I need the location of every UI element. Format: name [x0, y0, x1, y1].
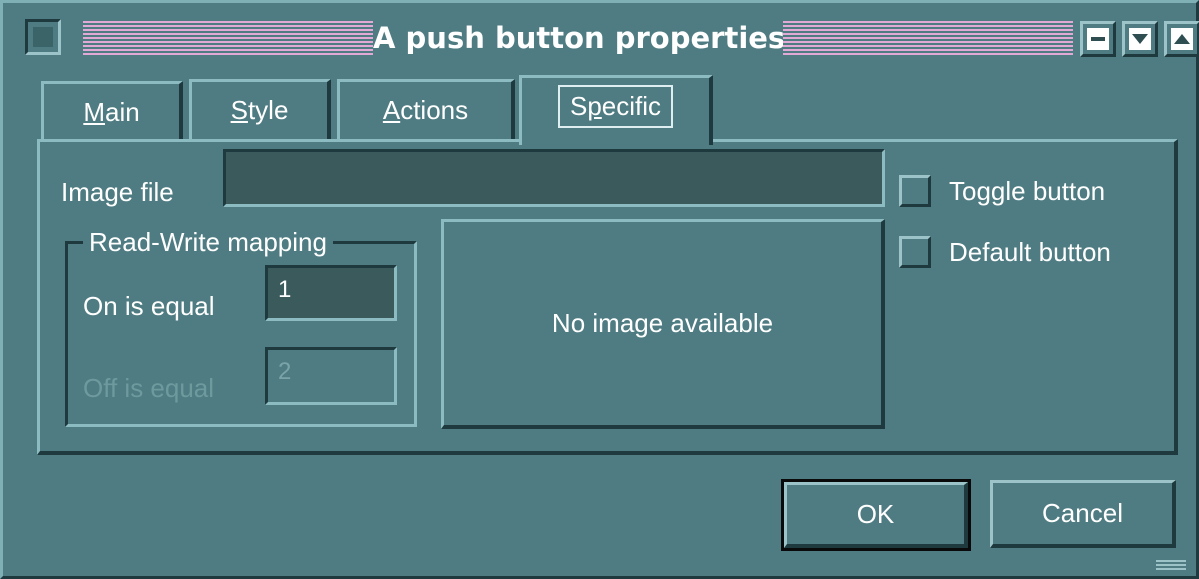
on-is-equal-label: On is equal — [83, 291, 215, 321]
title-bar[interactable]: A push button properties — [15, 13, 1199, 63]
arrow-up-icon — [1171, 28, 1193, 50]
off-is-equal-label: Off is equal — [83, 373, 215, 403]
tab-specific-focus-box: Specific — [557, 85, 674, 128]
tab-specific-mnemonic: p — [587, 91, 602, 121]
default-button-check[interactable] — [899, 236, 931, 268]
tab-style-mnemonic: S — [230, 95, 248, 125]
default-button-label: Default button — [949, 236, 1111, 267]
title-decoration-right — [783, 21, 1073, 55]
shade-button[interactable] — [1122, 21, 1158, 57]
toggle-button-checkbox[interactable]: Toggle button — [899, 175, 1105, 207]
read-write-mapping-title: Read-Write mapping — [83, 227, 333, 258]
arrow-down-icon — [1129, 28, 1151, 50]
tab-specific[interactable]: Specific — [519, 75, 713, 145]
tab-actions[interactable]: Actions — [337, 79, 515, 139]
minimize-button[interactable] — [1080, 21, 1116, 57]
maximize-button[interactable] — [1164, 21, 1199, 57]
tab-main[interactable]: Main — [41, 81, 183, 141]
dialog-window: A push button properties Main Style Acti… — [0, 0, 1199, 579]
title-decoration-left — [83, 21, 373, 55]
cancel-button[interactable]: Cancel — [990, 480, 1176, 548]
resize-grip[interactable] — [1156, 560, 1186, 570]
image-file-input[interactable] — [223, 149, 885, 207]
tab-main-mnemonic: M — [83, 97, 105, 127]
tab-main-label: ain — [104, 97, 140, 127]
window-title: A push button properties — [373, 21, 786, 55]
off-is-equal-input: 2 — [265, 347, 397, 405]
image-preview: No image available — [441, 219, 885, 429]
tab-actions-label: ctions — [400, 95, 469, 125]
image-preview-placeholder: No image available — [551, 308, 774, 338]
tab-style[interactable]: Style — [189, 79, 331, 139]
toggle-button-label: Toggle button — [949, 175, 1106, 206]
minimize-icon — [1087, 28, 1109, 50]
tab-specific-label: ecific — [601, 91, 662, 121]
active-tab-joint — [522, 136, 709, 144]
tab-actions-mnemonic: A — [382, 95, 401, 125]
image-file-label: Image file — [61, 177, 174, 207]
toggle-button-check[interactable] — [899, 175, 931, 207]
default-button-checkbox[interactable]: Default button — [899, 236, 1111, 268]
tab-specific-label-pre: S — [569, 91, 588, 121]
tab-style-label: tyle — [247, 95, 289, 125]
window-menu-button[interactable] — [25, 19, 61, 55]
on-is-equal-input[interactable]: 1 — [265, 265, 397, 321]
ok-button[interactable]: OK — [784, 482, 968, 548]
